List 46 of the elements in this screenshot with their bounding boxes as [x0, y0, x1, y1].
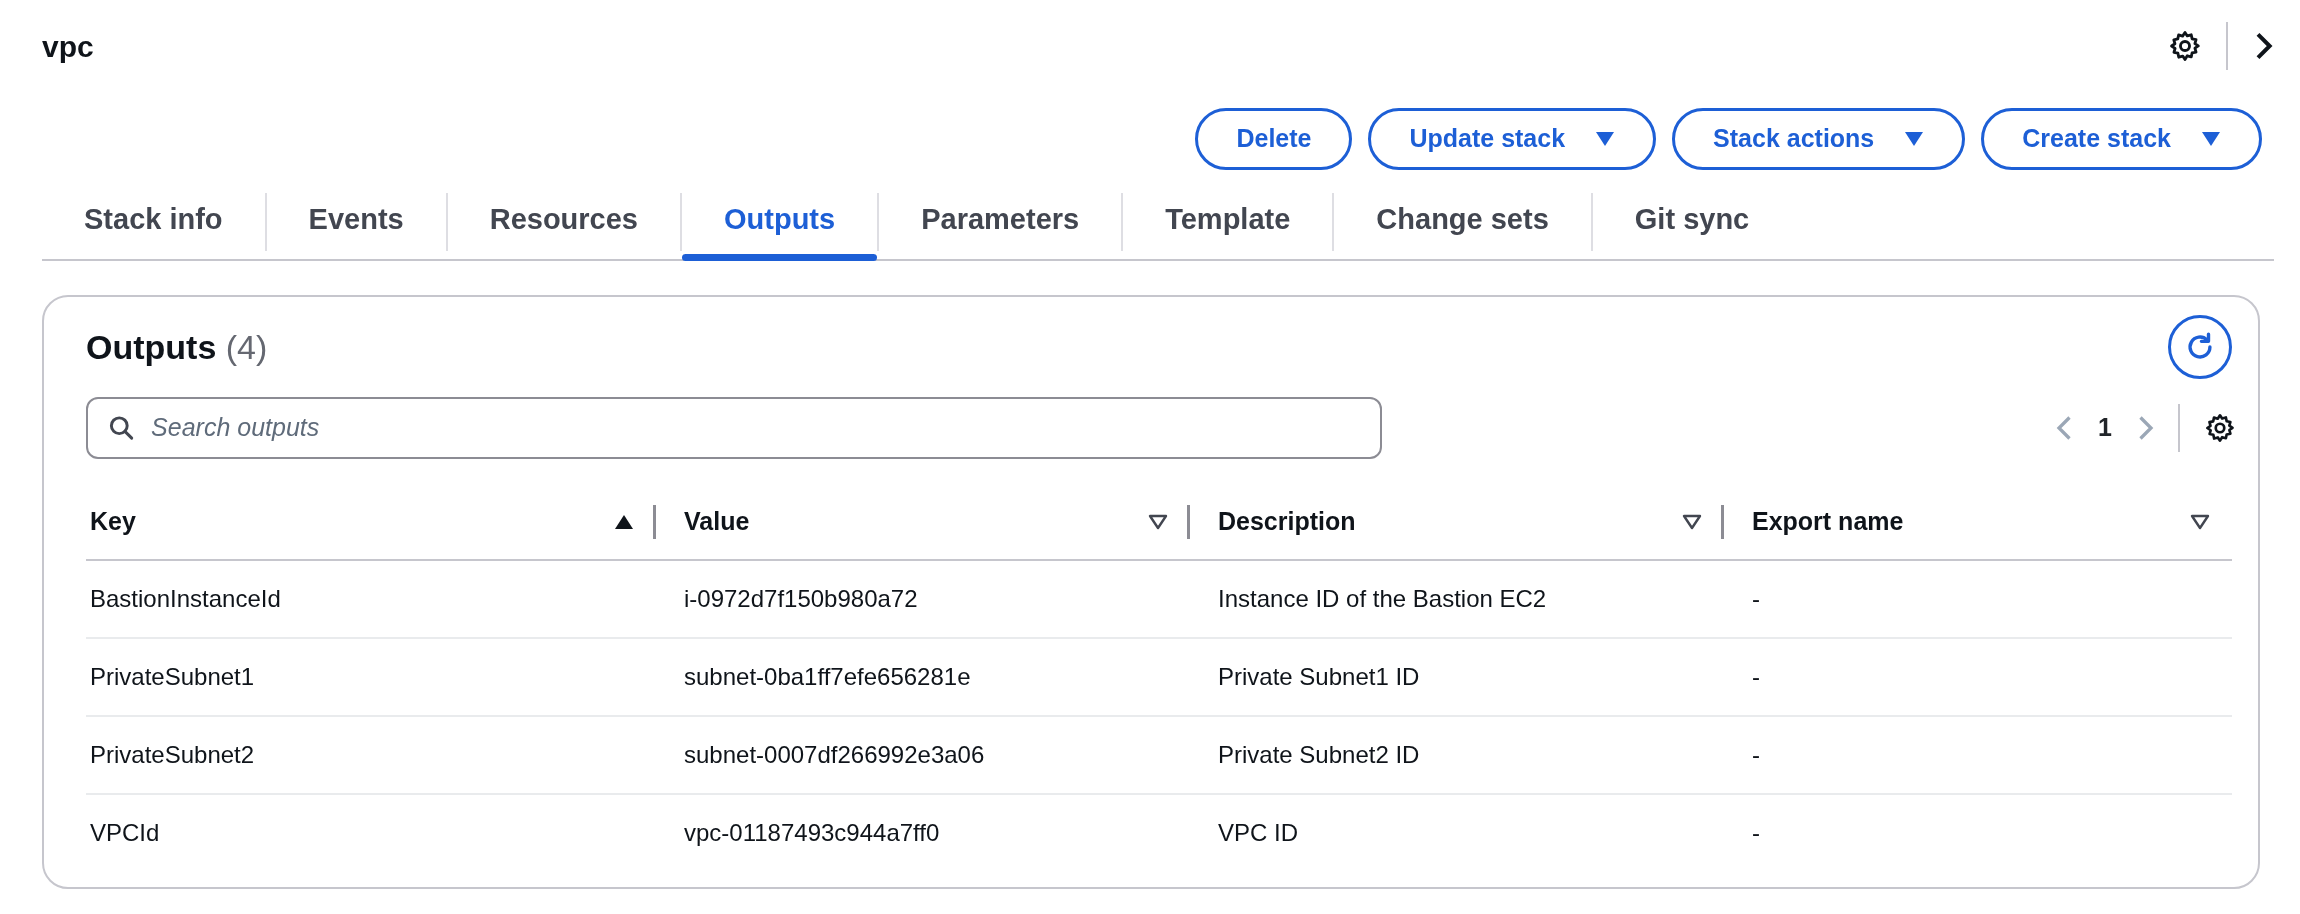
tab[interactable]: Template: [1123, 185, 1333, 259]
settings-button[interactable]: [2168, 29, 2202, 63]
tab[interactable]: Outputs: [682, 185, 878, 259]
caret-down-icon: [2201, 130, 2221, 147]
action-button[interactable]: Delete: [1195, 108, 1353, 170]
action-button[interactable]: Create stack: [1981, 108, 2262, 170]
table-cell: vpc-01187493c944a7ff0: [684, 818, 940, 846]
table-cell: VPC ID: [1218, 818, 1298, 846]
table-cell: PrivateSubnet1: [90, 662, 255, 690]
table-cell: i-0972d7f150b980a72: [684, 584, 918, 612]
action-button[interactable]: Stack actions: [1672, 108, 1966, 170]
table-cell: -: [1752, 584, 1760, 612]
column-header[interactable]: Export name: [1752, 503, 1904, 541]
column-header[interactable]: Key: [90, 503, 136, 541]
panel-heading: Outputs (4): [86, 326, 268, 368]
table-cell: subnet-0ba1ff7efe656281e: [684, 662, 971, 690]
table-cell: -: [1752, 818, 1760, 846]
table-cell: Private Subnet1 ID: [1218, 662, 1420, 690]
search-icon: [108, 414, 136, 442]
table-cell: -: [1752, 740, 1760, 768]
table-cell: BastionInstanceId: [90, 584, 281, 612]
caret-down-icon: [1904, 130, 1925, 147]
column-header[interactable]: Description: [1218, 503, 1356, 541]
settings-icon: [2204, 412, 2236, 444]
page-number[interactable]: 1: [2098, 409, 2112, 447]
settings-icon: [2168, 29, 2202, 63]
table-cell: Private Subnet2 ID: [1218, 740, 1420, 768]
page-title: vpc: [42, 28, 94, 65]
table-cell: Instance ID of the Bastion EC2: [1218, 584, 1547, 612]
caret-down-icon: [1595, 130, 1616, 147]
tab[interactable]: Events: [266, 185, 446, 259]
chevron-right-icon: [2136, 414, 2154, 442]
table-cell: PrivateSubnet2: [90, 740, 255, 768]
refresh-button[interactable]: [2168, 315, 2232, 379]
table-cell: subnet-0007df266992e3a06: [684, 740, 985, 768]
settings-button[interactable]: [2204, 412, 2236, 444]
action-button[interactable]: Update stack: [1368, 108, 1657, 170]
tab[interactable]: Change sets: [1334, 185, 1591, 259]
tab[interactable]: Parameters: [879, 185, 1122, 259]
column-header[interactable]: Value: [684, 503, 750, 541]
tab[interactable]: Stack info: [42, 185, 265, 259]
search-bar[interactable]: Search outputs: [86, 397, 1382, 459]
tab[interactable]: Git sync: [1592, 185, 1792, 259]
tab[interactable]: Resources: [447, 185, 680, 259]
table-cell: -: [1752, 662, 1760, 690]
table-cell: VPCId: [90, 818, 160, 846]
